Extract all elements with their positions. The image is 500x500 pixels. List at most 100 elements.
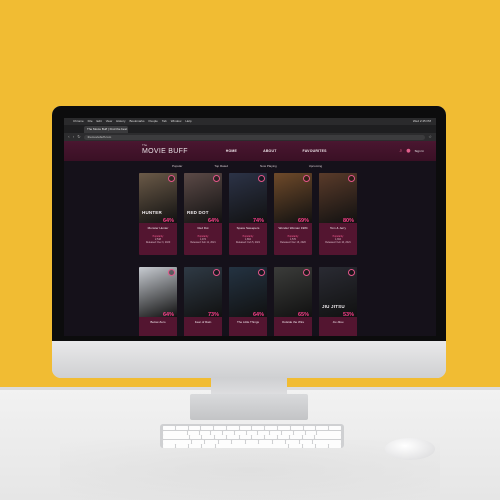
key [246, 430, 258, 435]
menubar-item-history[interactable]: History [116, 118, 125, 125]
movie-card[interactable]: 65% Outside the Wire [274, 267, 312, 336]
menubar-clock: Wed 2:45 PM [412, 119, 431, 123]
key [191, 439, 205, 444]
menubar-item-edit[interactable]: Edit [97, 118, 102, 125]
favourite-icon[interactable] [213, 175, 220, 182]
key [289, 444, 302, 448]
nav-home[interactable]: HOME [226, 149, 237, 153]
movie-title[interactable]: Below Zero [139, 320, 177, 324]
favourite-icon[interactable] [303, 175, 310, 182]
back-icon[interactable]: ‹ [68, 133, 70, 141]
key [259, 439, 272, 444]
movie-title[interactable]: Space Sweepers [229, 226, 267, 230]
movie-title[interactable]: The Little Things [229, 320, 267, 324]
movie-title[interactable]: Tom & Jerry [319, 226, 357, 230]
movie-meta: Popularity 1,864 Released: Feb 5, 2021 [229, 235, 267, 245]
movie-card[interactable]: HUNTER 64% Monster Hunter Popularity 2,548 Re… [139, 173, 177, 255]
movie-card[interactable]: JIU JITSU 53% Jiu Jitsu [319, 267, 357, 336]
key [218, 439, 232, 444]
meta-date: Released: Feb 10, 2021 [325, 241, 351, 245]
key [163, 439, 191, 444]
tab-now-playing[interactable]: Now Playing [260, 164, 277, 168]
favourite-icon[interactable] [303, 269, 310, 276]
key [317, 430, 342, 435]
favourite-icon[interactable] [258, 175, 265, 182]
imac-stand-foot [190, 394, 308, 420]
movie-card[interactable]: RED DOT 64% Red Dot Popularity 1,974 Released… [184, 173, 222, 255]
header-actions: ⌕ ● Sign In [399, 148, 424, 154]
key [239, 426, 252, 430]
nav-favourites[interactable]: FAVOURITES [303, 149, 327, 153]
movie-card[interactable]: 64% The Little Things [229, 267, 267, 336]
browser-tab[interactable]: The Movie Buff | Find the best movies [84, 126, 128, 133]
key [189, 444, 202, 448]
movie-title[interactable]: Red Dot [184, 226, 222, 230]
menubar-item-bookmarks[interactable]: Bookmarks [129, 118, 144, 125]
menubar-item-tab[interactable]: Tab [162, 118, 167, 125]
key [232, 439, 245, 444]
movie-card[interactable]: 73% Fear of Rain [184, 267, 222, 336]
tab-popular[interactable]: Popular [172, 164, 182, 168]
favourite-icon[interactable] [348, 269, 355, 276]
star-icon[interactable]: ☆ [428, 133, 432, 141]
nav-about[interactable]: ABOUT [263, 149, 276, 153]
movie-meta: Popularity 2,548 Released: Dec 3, 2020 [139, 235, 177, 245]
favourite-icon[interactable] [258, 269, 265, 276]
key [329, 426, 341, 430]
menubar-item-window[interactable]: Window [171, 118, 182, 125]
key [202, 435, 214, 439]
mac-menubar: Chrome File Edit View History Bookmarks … [64, 118, 436, 125]
key [313, 439, 341, 444]
user-icon[interactable]: ● [406, 148, 410, 154]
forward-icon[interactable]: › [73, 133, 75, 141]
favourite-icon[interactable] [168, 269, 175, 276]
rating-percent: 74% [252, 218, 264, 224]
reload-icon[interactable]: ↻ [77, 133, 80, 141]
keyboard-row [163, 430, 342, 435]
key [290, 426, 303, 430]
imac-screen: Chrome File Edit View History Bookmarks … [64, 118, 436, 336]
menubar-item-view[interactable]: View [106, 118, 112, 125]
movie-title[interactable]: Fear of Rain [184, 320, 222, 324]
favourite-icon[interactable] [213, 269, 220, 276]
url-field[interactable]: themoviebuff.com [83, 134, 426, 140]
poster-title-text: JIU JITSU [322, 304, 345, 309]
rating-percent: 73% [207, 312, 219, 318]
rating-percent: 69% [297, 218, 309, 224]
movie-title[interactable]: Outside the Wire [274, 320, 312, 324]
sign-in-link[interactable]: Sign In [415, 149, 424, 153]
menubar-item-people[interactable]: People [149, 118, 158, 125]
key [214, 435, 227, 439]
tab-upcoming[interactable]: Upcoming [309, 164, 323, 168]
movie-meta: Popularity 1,570 Released: Dec 16, 2020 [274, 235, 312, 245]
key [315, 444, 328, 448]
movie-title[interactable]: Monster Hunter [139, 226, 177, 230]
key [239, 435, 252, 439]
key [305, 430, 317, 435]
menubar-item-help[interactable]: Help [185, 118, 191, 125]
favourite-icon[interactable] [348, 175, 355, 182]
movie-card[interactable]: 69% Wonder Woman 1984 Popularity 1,570 Relea… [274, 173, 312, 255]
movie-title[interactable]: Jiu Jitsu [319, 320, 357, 324]
movie-meta: Popularity 1,974 Released: Feb 11, 2021 [184, 235, 222, 245]
search-icon[interactable]: ⌕ [399, 148, 402, 154]
movie-title[interactable]: Wonder Woman 1984 [274, 226, 312, 230]
site-logo[interactable]: MOVIE BUFF [142, 148, 188, 155]
rating-percent: 64% [252, 312, 264, 318]
key [252, 426, 265, 430]
keyboard-row [163, 435, 341, 439]
movie-card[interactable]: 74% Space Sweepers Popularity 1,864 Released… [229, 173, 267, 255]
tab-top-rated[interactable]: Top Rated [214, 164, 228, 168]
menubar-item-file[interactable]: File [88, 118, 93, 125]
menubar-app[interactable]: Chrome [73, 118, 84, 125]
movie-card[interactable]: 64% Below Zero [139, 267, 177, 336]
key [252, 435, 265, 439]
favourite-icon[interactable] [168, 175, 175, 182]
meta-date: Released: Dec 16, 2020 [280, 241, 306, 245]
movie-meta: Popularity 1,364 Released: Feb 10, 2021 [319, 235, 357, 245]
key [163, 444, 176, 448]
movie-card[interactable]: 80% Tom & Jerry Popularity 1,364 Released: F… [319, 173, 357, 255]
key [328, 444, 341, 448]
meta-date: Released: Dec 3, 2020 [145, 241, 171, 245]
browser-tabbar: The Movie Buff | Find the best movies [64, 125, 436, 133]
